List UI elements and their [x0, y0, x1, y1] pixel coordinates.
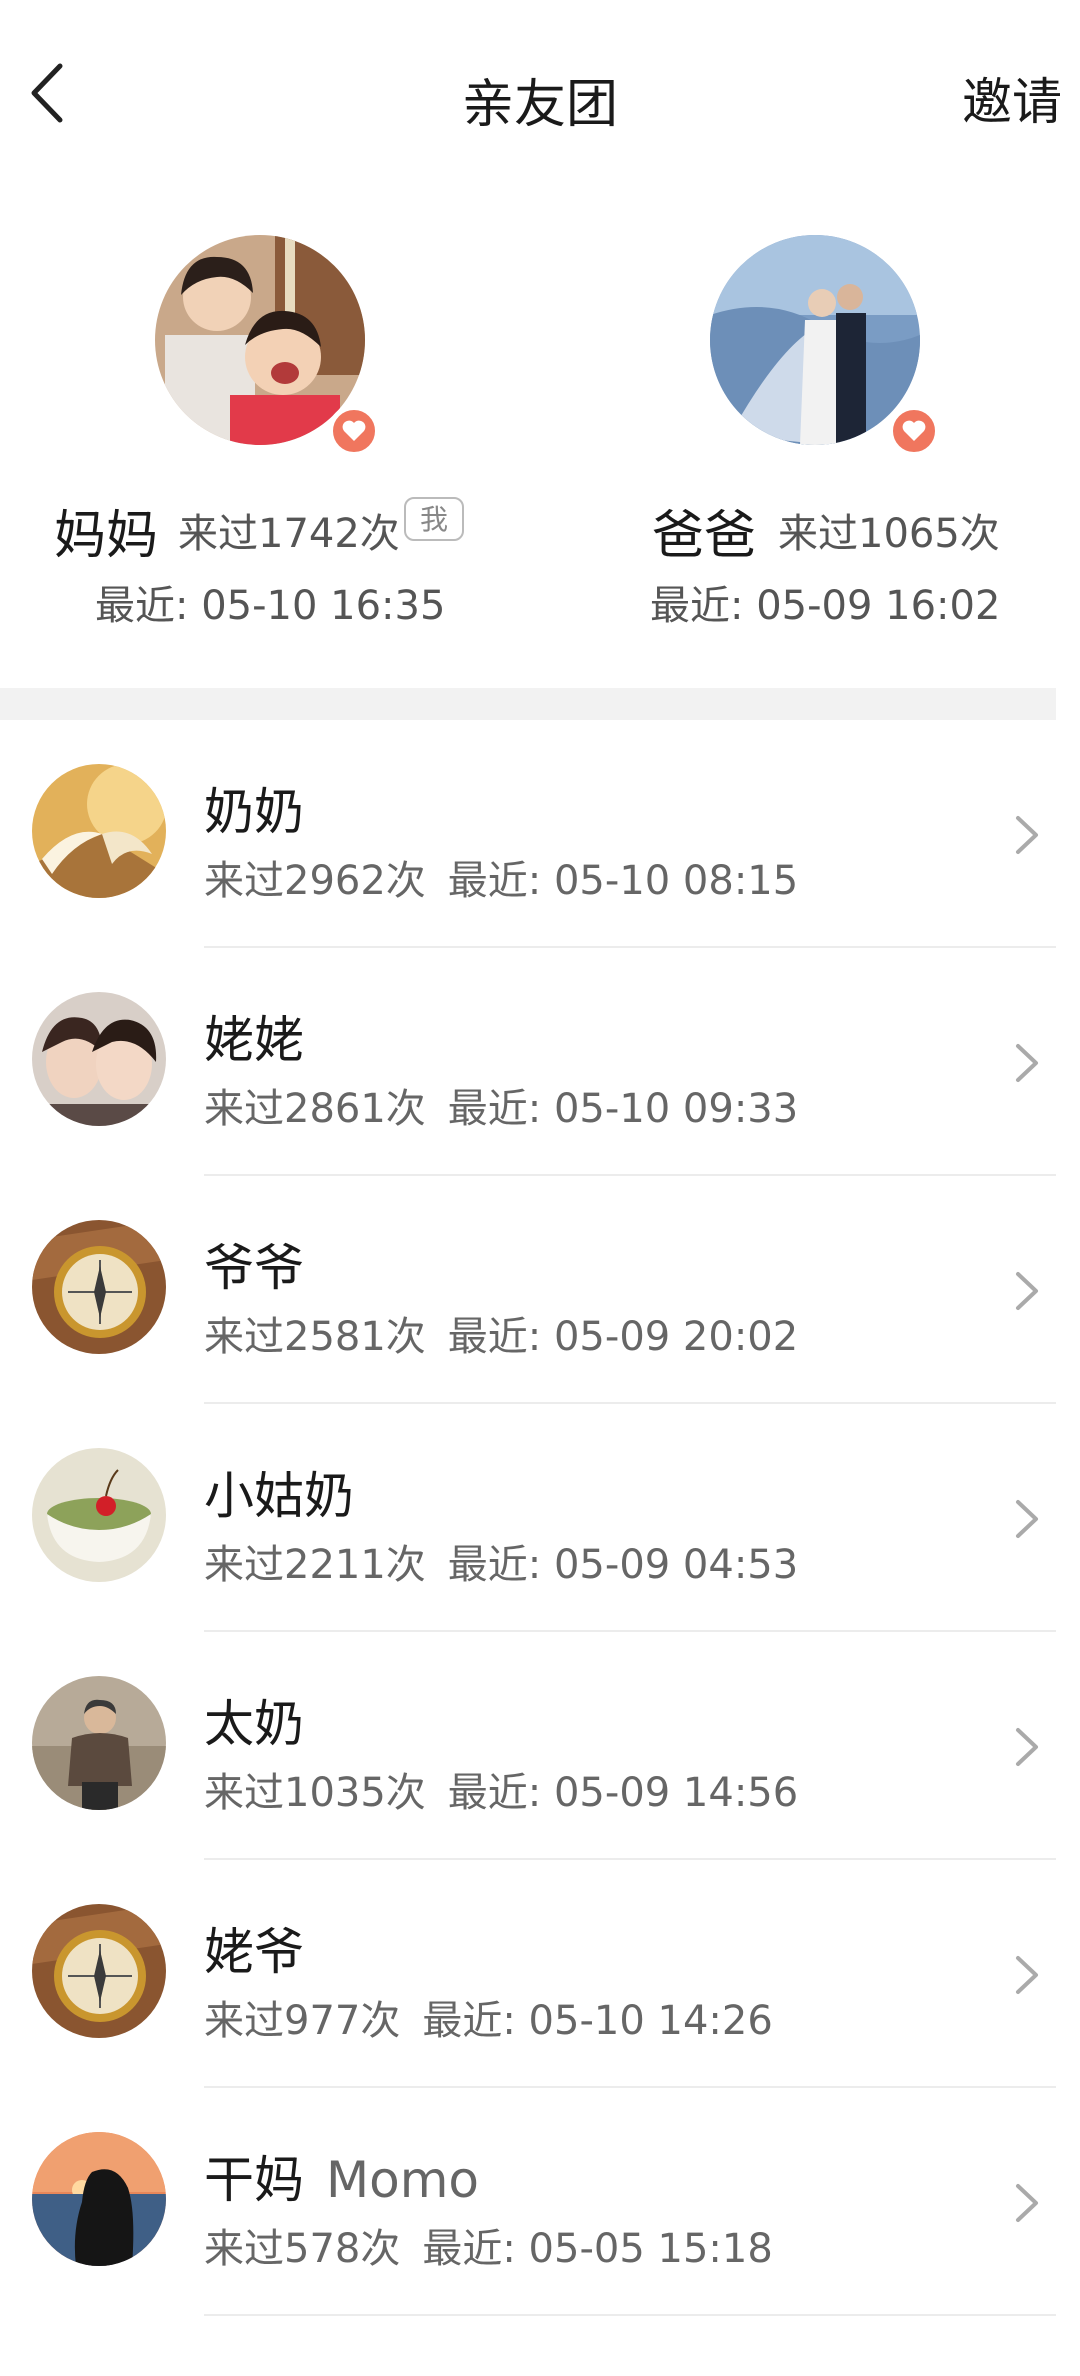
chevron-right-icon	[1016, 1956, 1038, 1994]
list-item[interactable]: 干妈 Momo 来过578次 最近: 05-05 15:18	[0, 2088, 1080, 2316]
avatar	[32, 1676, 166, 1810]
relative-name: 太奶	[204, 1695, 304, 1753]
relative-stats: 来过578次 最近: 05-05 15:18	[204, 2226, 773, 2272]
row-separator	[204, 2314, 1056, 2316]
heart-icon	[328, 405, 380, 457]
top-bar: 亲友团 邀请	[0, 0, 1080, 190]
parent-recent-time: 最近: 05-10 16:35	[95, 583, 446, 629]
chevron-right-icon	[1016, 1728, 1038, 1766]
section-divider	[0, 688, 1056, 720]
relative-name: 姥姥	[204, 1011, 304, 1069]
parent-name: 妈妈	[54, 506, 159, 566]
parent-card-mother[interactable]: 妈妈 来过1742次 我 最近: 05-10 16:35	[0, 235, 540, 645]
relative-stats: 来过1035次 最近: 05-09 14:56	[204, 1770, 799, 1816]
avatar	[32, 1904, 166, 2038]
relative-stats: 来过2211次 最近: 05-09 04:53	[204, 1542, 799, 1588]
chevron-right-icon	[1016, 1044, 1038, 1082]
avatar	[32, 2132, 166, 2266]
parent-name: 爸爸	[652, 506, 757, 566]
parent-recent-time: 最近: 05-09 16:02	[650, 583, 1001, 629]
avatar	[32, 764, 166, 898]
list-item[interactable]: 姥姥 来过2861次 最近: 05-10 09:33	[0, 948, 1080, 1176]
relative-name: 爷爷	[204, 1239, 304, 1297]
relative-stats: 来过2581次 最近: 05-09 20:02	[204, 1314, 799, 1360]
list-item[interactable]: 姥爷 来过977次 最近: 05-10 14:26	[0, 1860, 1080, 2088]
relative-name: 干妈 Momo	[204, 2151, 480, 2209]
relative-stats: 来过2962次 最近: 05-10 08:15	[204, 858, 799, 904]
chevron-right-icon	[1016, 1272, 1038, 1310]
chevron-right-icon	[1016, 816, 1038, 854]
list-item[interactable]: 奶奶 来过2962次 最近: 05-10 08:15	[0, 720, 1080, 948]
parent-card-father[interactable]: 爸爸 来过1065次 最近: 05-09 16:02	[540, 235, 1080, 645]
relative-name: 姥爷	[204, 1923, 304, 1981]
chevron-right-icon	[1016, 2184, 1038, 2222]
list-item[interactable]: 爷爷 来过2581次 最近: 05-09 20:02	[0, 1176, 1080, 1404]
page-title: 亲友团	[461, 75, 618, 135]
me-badge: 我	[404, 497, 464, 541]
parent-visit-count: 来过1742次	[178, 511, 400, 557]
heart-icon	[888, 405, 940, 457]
avatar	[32, 1448, 166, 1582]
list-item[interactable]: 太奶 来过1035次 最近: 05-09 14:56	[0, 1632, 1080, 1860]
parent-visit-count: 来过1065次	[778, 511, 1000, 557]
relative-list: 奶奶 来过2962次 最近: 05-10 08:15 姥姥 来过2861次 最近: …	[0, 720, 1080, 2316]
chevron-right-icon	[1016, 1500, 1038, 1538]
relative-stats: 来过977次 最近: 05-10 14:26	[204, 1998, 773, 2044]
relative-name: 小姑奶	[204, 1467, 354, 1525]
avatar	[32, 1220, 166, 1354]
avatar	[32, 992, 166, 1126]
avatar	[710, 235, 920, 445]
invite-button[interactable]: 邀请	[962, 62, 1062, 134]
list-item[interactable]: 小姑奶 来过2211次 最近: 05-09 04:53	[0, 1404, 1080, 1632]
relative-name: 奶奶	[204, 783, 304, 841]
relative-stats: 来过2861次 最近: 05-10 09:33	[204, 1086, 799, 1132]
